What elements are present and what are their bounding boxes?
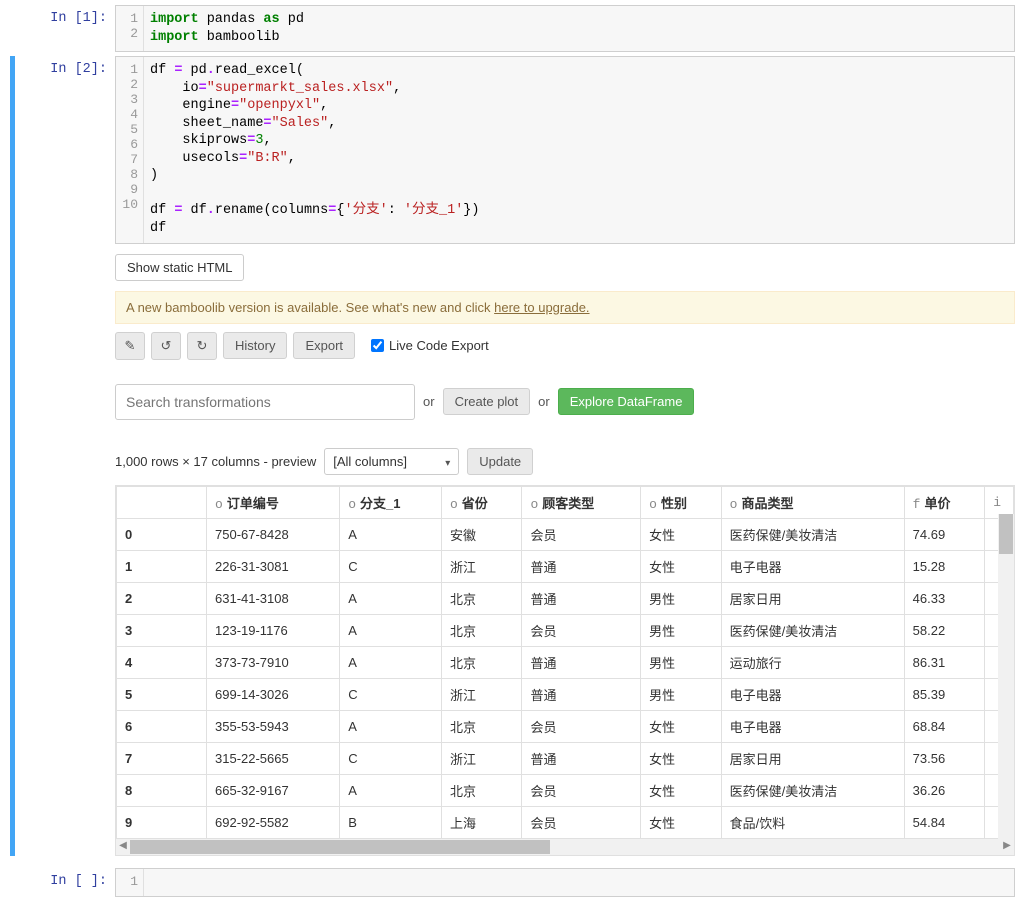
code-input-area[interactable]: 12345678910 df = pd.read_excel( io="supe… bbox=[115, 56, 1015, 243]
table-row[interactable]: 0750-67-8428A安徽会员女性医药保健/美妆清洁74.69 bbox=[117, 518, 1014, 550]
table-row[interactable]: 1226-31-3081C浙江普通女性电子电器15.28 bbox=[117, 550, 1014, 582]
code-cell-2[interactable]: In [2]: 12345678910 df = pd.read_excel( … bbox=[10, 56, 1015, 855]
live-code-label: Live Code Export bbox=[389, 338, 489, 353]
or-text: or bbox=[423, 394, 435, 409]
show-static-html-button[interactable]: Show static HTML bbox=[115, 254, 244, 281]
col-province[interactable]: o省份 bbox=[441, 486, 522, 518]
table-row[interactable]: 6355-53-5943A北京会员女性电子电器68.84 bbox=[117, 710, 1014, 742]
horizontal-scrollbar[interactable]: ◀ ▶ bbox=[116, 839, 1014, 855]
code-input-area[interactable]: 12 import pandas as pd import bamboolib bbox=[115, 5, 1015, 52]
prompt-label: In [2]: bbox=[15, 56, 115, 855]
explore-dataframe-button[interactable]: Explore DataFrame bbox=[558, 388, 695, 415]
col-unit-price[interactable]: f单价 bbox=[904, 486, 985, 518]
code-content[interactable]: import pandas as pd import bamboolib bbox=[144, 6, 1014, 51]
table-row[interactable]: 3123-19-1176A北京会员男性医药保健/美妆清洁58.22 bbox=[117, 614, 1014, 646]
pencil-icon[interactable]: ✎ bbox=[115, 332, 145, 360]
line-gutter: 12345678910 bbox=[116, 57, 144, 242]
vertical-scrollbar[interactable] bbox=[998, 514, 1014, 841]
line-gutter: 12 bbox=[116, 6, 144, 51]
redo-icon[interactable]: ↻ bbox=[187, 332, 217, 360]
upgrade-link[interactable]: here to upgrade. bbox=[494, 300, 589, 315]
live-code-checkbox[interactable] bbox=[371, 339, 384, 352]
code-cell-3[interactable]: In [ ]: 1 bbox=[10, 868, 1015, 898]
dataframe-table-wrap: o订单编号 o分支_1 o省份 o顾客类型 o性别 o商品类型 f单价 i 07… bbox=[115, 485, 1015, 856]
code-cell-1[interactable]: In [1]: 12 import pandas as pd import ba… bbox=[10, 5, 1015, 52]
prompt-label: In [1]: bbox=[15, 5, 115, 52]
table-row[interactable]: 4373-73-7910A北京普通男性运动旅行86.31 bbox=[117, 646, 1014, 678]
export-button[interactable]: Export bbox=[293, 332, 355, 359]
history-button[interactable]: History bbox=[223, 332, 287, 359]
prompt-label: In [ ]: bbox=[15, 868, 115, 898]
create-plot-button[interactable]: Create plot bbox=[443, 388, 531, 415]
dataframe-table: o订单编号 o分支_1 o省份 o顾客类型 o性别 o商品类型 f单价 i 07… bbox=[116, 486, 1014, 839]
columns-select[interactable]: [All columns] bbox=[324, 448, 459, 475]
code-input-area[interactable]: 1 bbox=[115, 868, 1015, 898]
search-transformations-input[interactable] bbox=[115, 384, 415, 420]
col-branch[interactable]: o分支_1 bbox=[340, 486, 442, 518]
col-order-id[interactable]: o订单编号 bbox=[207, 486, 340, 518]
table-row[interactable]: 5699-14-3026C浙江普通男性电子电器85.39 bbox=[117, 678, 1014, 710]
upgrade-notice: A new bamboolib version is available. Se… bbox=[115, 291, 1015, 324]
table-header-row: o订单编号 o分支_1 o省份 o顾客类型 o性别 o商品类型 f单价 i bbox=[117, 486, 1014, 518]
col-gender[interactable]: o性别 bbox=[641, 486, 722, 518]
table-row[interactable]: 2631-41-3108A北京普通男性居家日用46.33 bbox=[117, 582, 1014, 614]
undo-icon[interactable]: ↺ bbox=[151, 332, 181, 360]
table-row[interactable]: 9692-92-5582B上海会员女性食品/饮料54.84 bbox=[117, 806, 1014, 838]
preview-summary: 1,000 rows × 17 columns - preview bbox=[115, 454, 316, 469]
chevron-down-icon bbox=[445, 454, 450, 469]
table-row[interactable]: 7315-22-5665C浙江普通女性居家日用73.56 bbox=[117, 742, 1014, 774]
col-index[interactable] bbox=[117, 486, 207, 518]
table-row[interactable]: 8665-32-9167A北京会员女性医药保健/美妆清洁36.26 bbox=[117, 774, 1014, 806]
code-content[interactable]: df = pd.read_excel( io="supermarkt_sales… bbox=[144, 57, 1014, 242]
line-gutter: 1 bbox=[116, 869, 144, 897]
code-content[interactable] bbox=[144, 869, 1014, 897]
or-text: or bbox=[538, 394, 550, 409]
update-button[interactable]: Update bbox=[467, 448, 533, 475]
col-product-type[interactable]: o商品类型 bbox=[721, 486, 904, 518]
col-customer-type[interactable]: o顾客类型 bbox=[522, 486, 641, 518]
